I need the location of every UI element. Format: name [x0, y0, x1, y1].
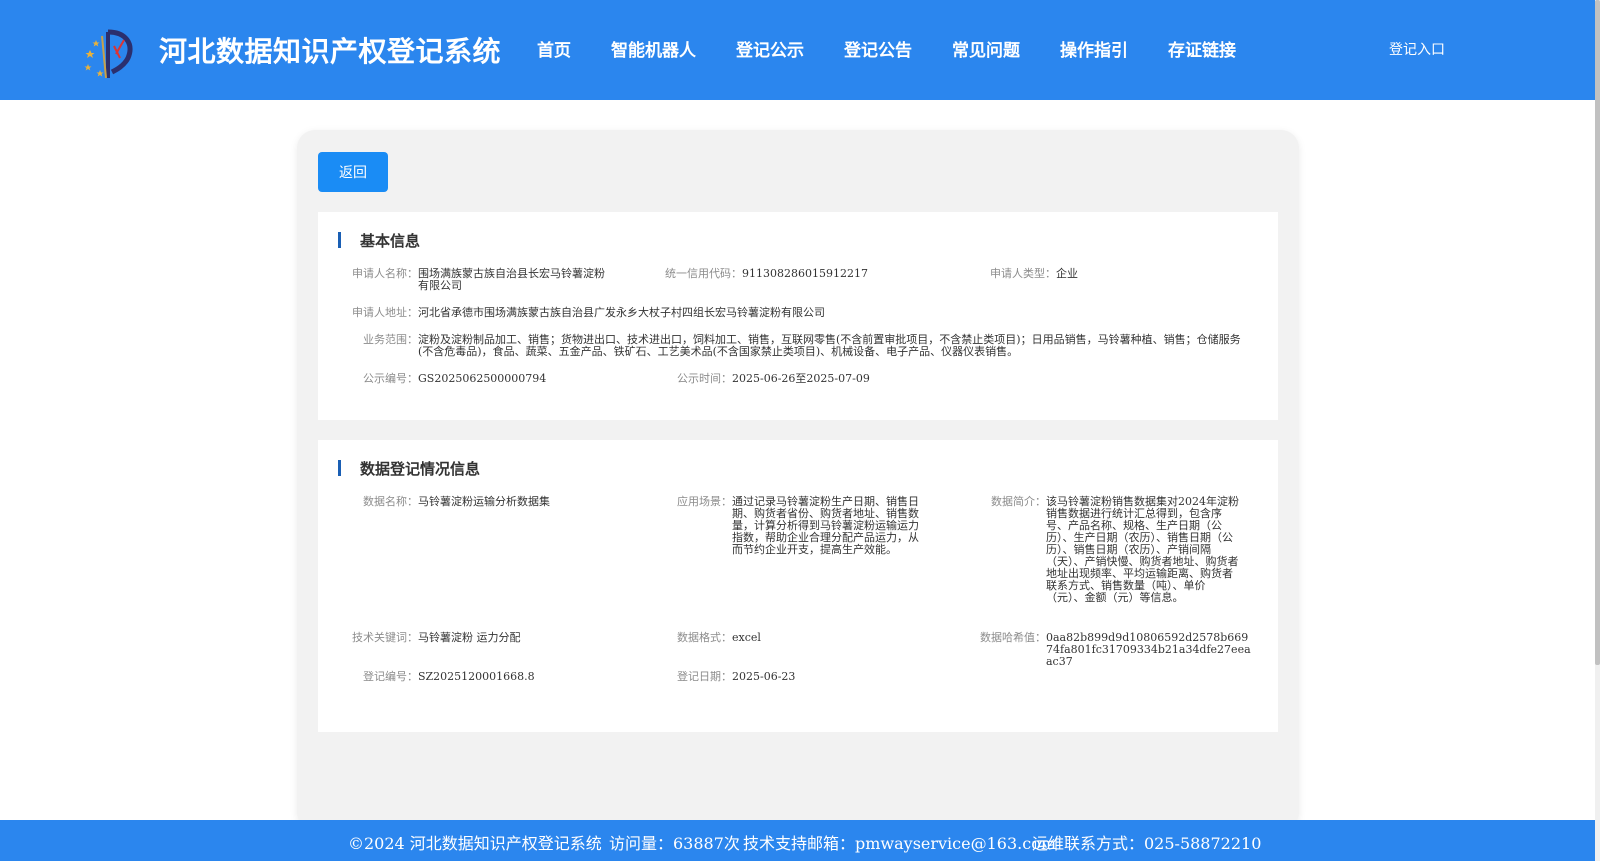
field-registration-number: 登记编号： SZ2025120001668.8 [334, 671, 634, 683]
field-value: GS2025062500000794 [418, 372, 547, 385]
field-label: 数据名称： [363, 495, 418, 508]
footer-phone: 运维联系方式：025-58872210 [1032, 834, 1262, 853]
footer-copyright: ©2024 河北数据知识产权登记系统 [348, 834, 602, 853]
footer-visits: 访问量：63887次 [609, 834, 740, 853]
field-label: 数据格式： [677, 631, 732, 644]
nav-item-publicity[interactable]: 登记公示 [736, 36, 804, 61]
footer-bar: ©2024 河北数据知识产权登记系统 访问量：63887次 技术支持邮箱：pmw… [0, 820, 1595, 861]
basic-info-section: 基本信息 申请人名称： 围场满族蒙古族自治县长宏马铃薯淀粉有限公司 统一信用代码… [318, 212, 1278, 420]
nav-item-evidence[interactable]: 存证链接 [1168, 36, 1236, 61]
field-label: 申请人类型： [990, 267, 1056, 280]
data-info-section: 数据登记情况信息 数据名称： 马铃薯淀粉运输分析数据集 应用场景： 通过记录马铃… [318, 440, 1278, 732]
footer-email: 技术支持邮箱：pmwayservice@163.com [743, 834, 1056, 853]
field-label: 统一信用代码： [665, 267, 742, 280]
field-value: 企业 [1056, 267, 1078, 280]
field-value: 0aa82b899d9d10806592d2578b66974fa801fc31… [1046, 631, 1251, 668]
field-credit-code: 统一信用代码： 911308286015912217 [628, 268, 948, 280]
field-label: 数据哈希值： [980, 631, 1046, 644]
field-label: 应用场景： [677, 495, 732, 508]
header-bar: 河北数据知识产权登记系统 首页 智能机器人 登记公示 登记公告 常见问题 操作指… [0, 0, 1595, 100]
field-value: 911308286015912217 [742, 267, 868, 280]
field-value: 马铃薯淀粉运输分析数据集 [418, 495, 550, 508]
field-value: 该马铃薯淀粉销售数据集对2024年淀粉销售数据进行统计汇总得到，包含序号、产品名… [1046, 495, 1239, 604]
field-data-format: 数据格式： excel [648, 632, 938, 644]
field-application-scenario: 应用场景： 通过记录马铃薯淀粉生产日期、销售日期、购货者省份、购货者地址、销售数… [648, 496, 938, 556]
field-label: 业务范围： [363, 333, 418, 346]
field-applicant-type: 申请人类型： 企业 [938, 268, 1238, 280]
nav-item-announcement[interactable]: 登记公告 [844, 36, 912, 61]
nav-item-guide[interactable]: 操作指引 [1060, 36, 1128, 61]
field-value: SZ2025120001668.8 [418, 670, 535, 683]
nav-item-home[interactable]: 首页 [537, 36, 571, 61]
field-data-hash: 数据哈希值： 0aa82b899d9d10806592d2578b66974fa… [938, 632, 1258, 668]
field-tech-keywords: 技术关键词： 马铃薯淀粉 运力分配 [334, 632, 634, 644]
field-business-scope: 业务范围： 淀粉及淀粉制品加工、销售；货物进出口、技术进出口，饲料加工、销售，互… [334, 334, 1262, 358]
nav-item-robot[interactable]: 智能机器人 [611, 36, 696, 61]
site-title: 河北数据知识产权登记系统 [159, 35, 502, 68]
field-value: 围场满族蒙古族自治县长宏马铃薯淀粉有限公司 [418, 267, 605, 292]
field-label: 申请人名称： [352, 267, 418, 280]
field-value: excel [732, 631, 761, 644]
field-value: 2025-06-23 [732, 670, 796, 683]
field-data-summary: 数据简介： 该马铃薯淀粉销售数据集对2024年淀粉销售数据进行统计汇总得到，包含… [962, 496, 1252, 604]
field-value: 河北省承德市围场满族蒙古族自治县广发永乡大杖子村四组长宏马铃薯淀粉有限公司 [418, 306, 825, 319]
field-label: 申请人地址： [352, 306, 418, 319]
field-registration-date: 登记日期： 2025-06-23 [648, 671, 938, 683]
field-label: 登记编号： [363, 670, 418, 683]
back-button[interactable]: 返回 [318, 152, 388, 192]
field-label: 公示时间： [677, 372, 732, 385]
section-title: 基本信息 [360, 232, 421, 250]
field-publicity-time: 公示时间： 2025-06-26至2025-07-09 [648, 373, 968, 385]
field-value: 马铃薯淀粉 运力分配 [418, 631, 521, 644]
login-link[interactable]: 登记入口 [1389, 39, 1445, 59]
field-value: 通过记录马铃薯淀粉生产日期、销售日期、购货者省份、购货者地址、销售数量，计算分析… [732, 495, 919, 556]
nav-item-faq[interactable]: 常见问题 [952, 36, 1020, 61]
section-accent-bar [338, 232, 341, 248]
field-applicant-name: 申请人名称： 围场满族蒙古族自治县长宏马铃薯淀粉有限公司 [334, 268, 634, 292]
field-label: 登记日期： [677, 670, 732, 683]
emblem-logo-icon[interactable] [82, 26, 136, 80]
field-applicant-address: 申请人地址： 河北省承德市围场满族蒙古族自治县广发永乡大杖子村四组长宏马铃薯淀粉… [334, 307, 1234, 319]
field-label: 技术关键词： [352, 631, 418, 644]
field-value: 2025-06-26至2025-07-09 [732, 372, 870, 385]
section-accent-bar [338, 460, 341, 476]
scrollbar-thumb[interactable] [1595, 0, 1600, 665]
field-publicity-number: 公示编号： GS2025062500000794 [334, 373, 634, 385]
field-data-name: 数据名称： 马铃薯淀粉运输分析数据集 [334, 496, 634, 508]
main-nav: 首页 智能机器人 登记公示 登记公告 常见问题 操作指引 存证链接 [537, 36, 1276, 61]
field-label: 数据简介： [991, 495, 1046, 508]
section-title: 数据登记情况信息 [360, 460, 481, 478]
field-value: 淀粉及淀粉制品加工、销售；货物进出口、技术进出口，饲料加工、销售，互联网零售(不… [418, 333, 1241, 358]
field-label: 公示编号： [363, 372, 418, 385]
